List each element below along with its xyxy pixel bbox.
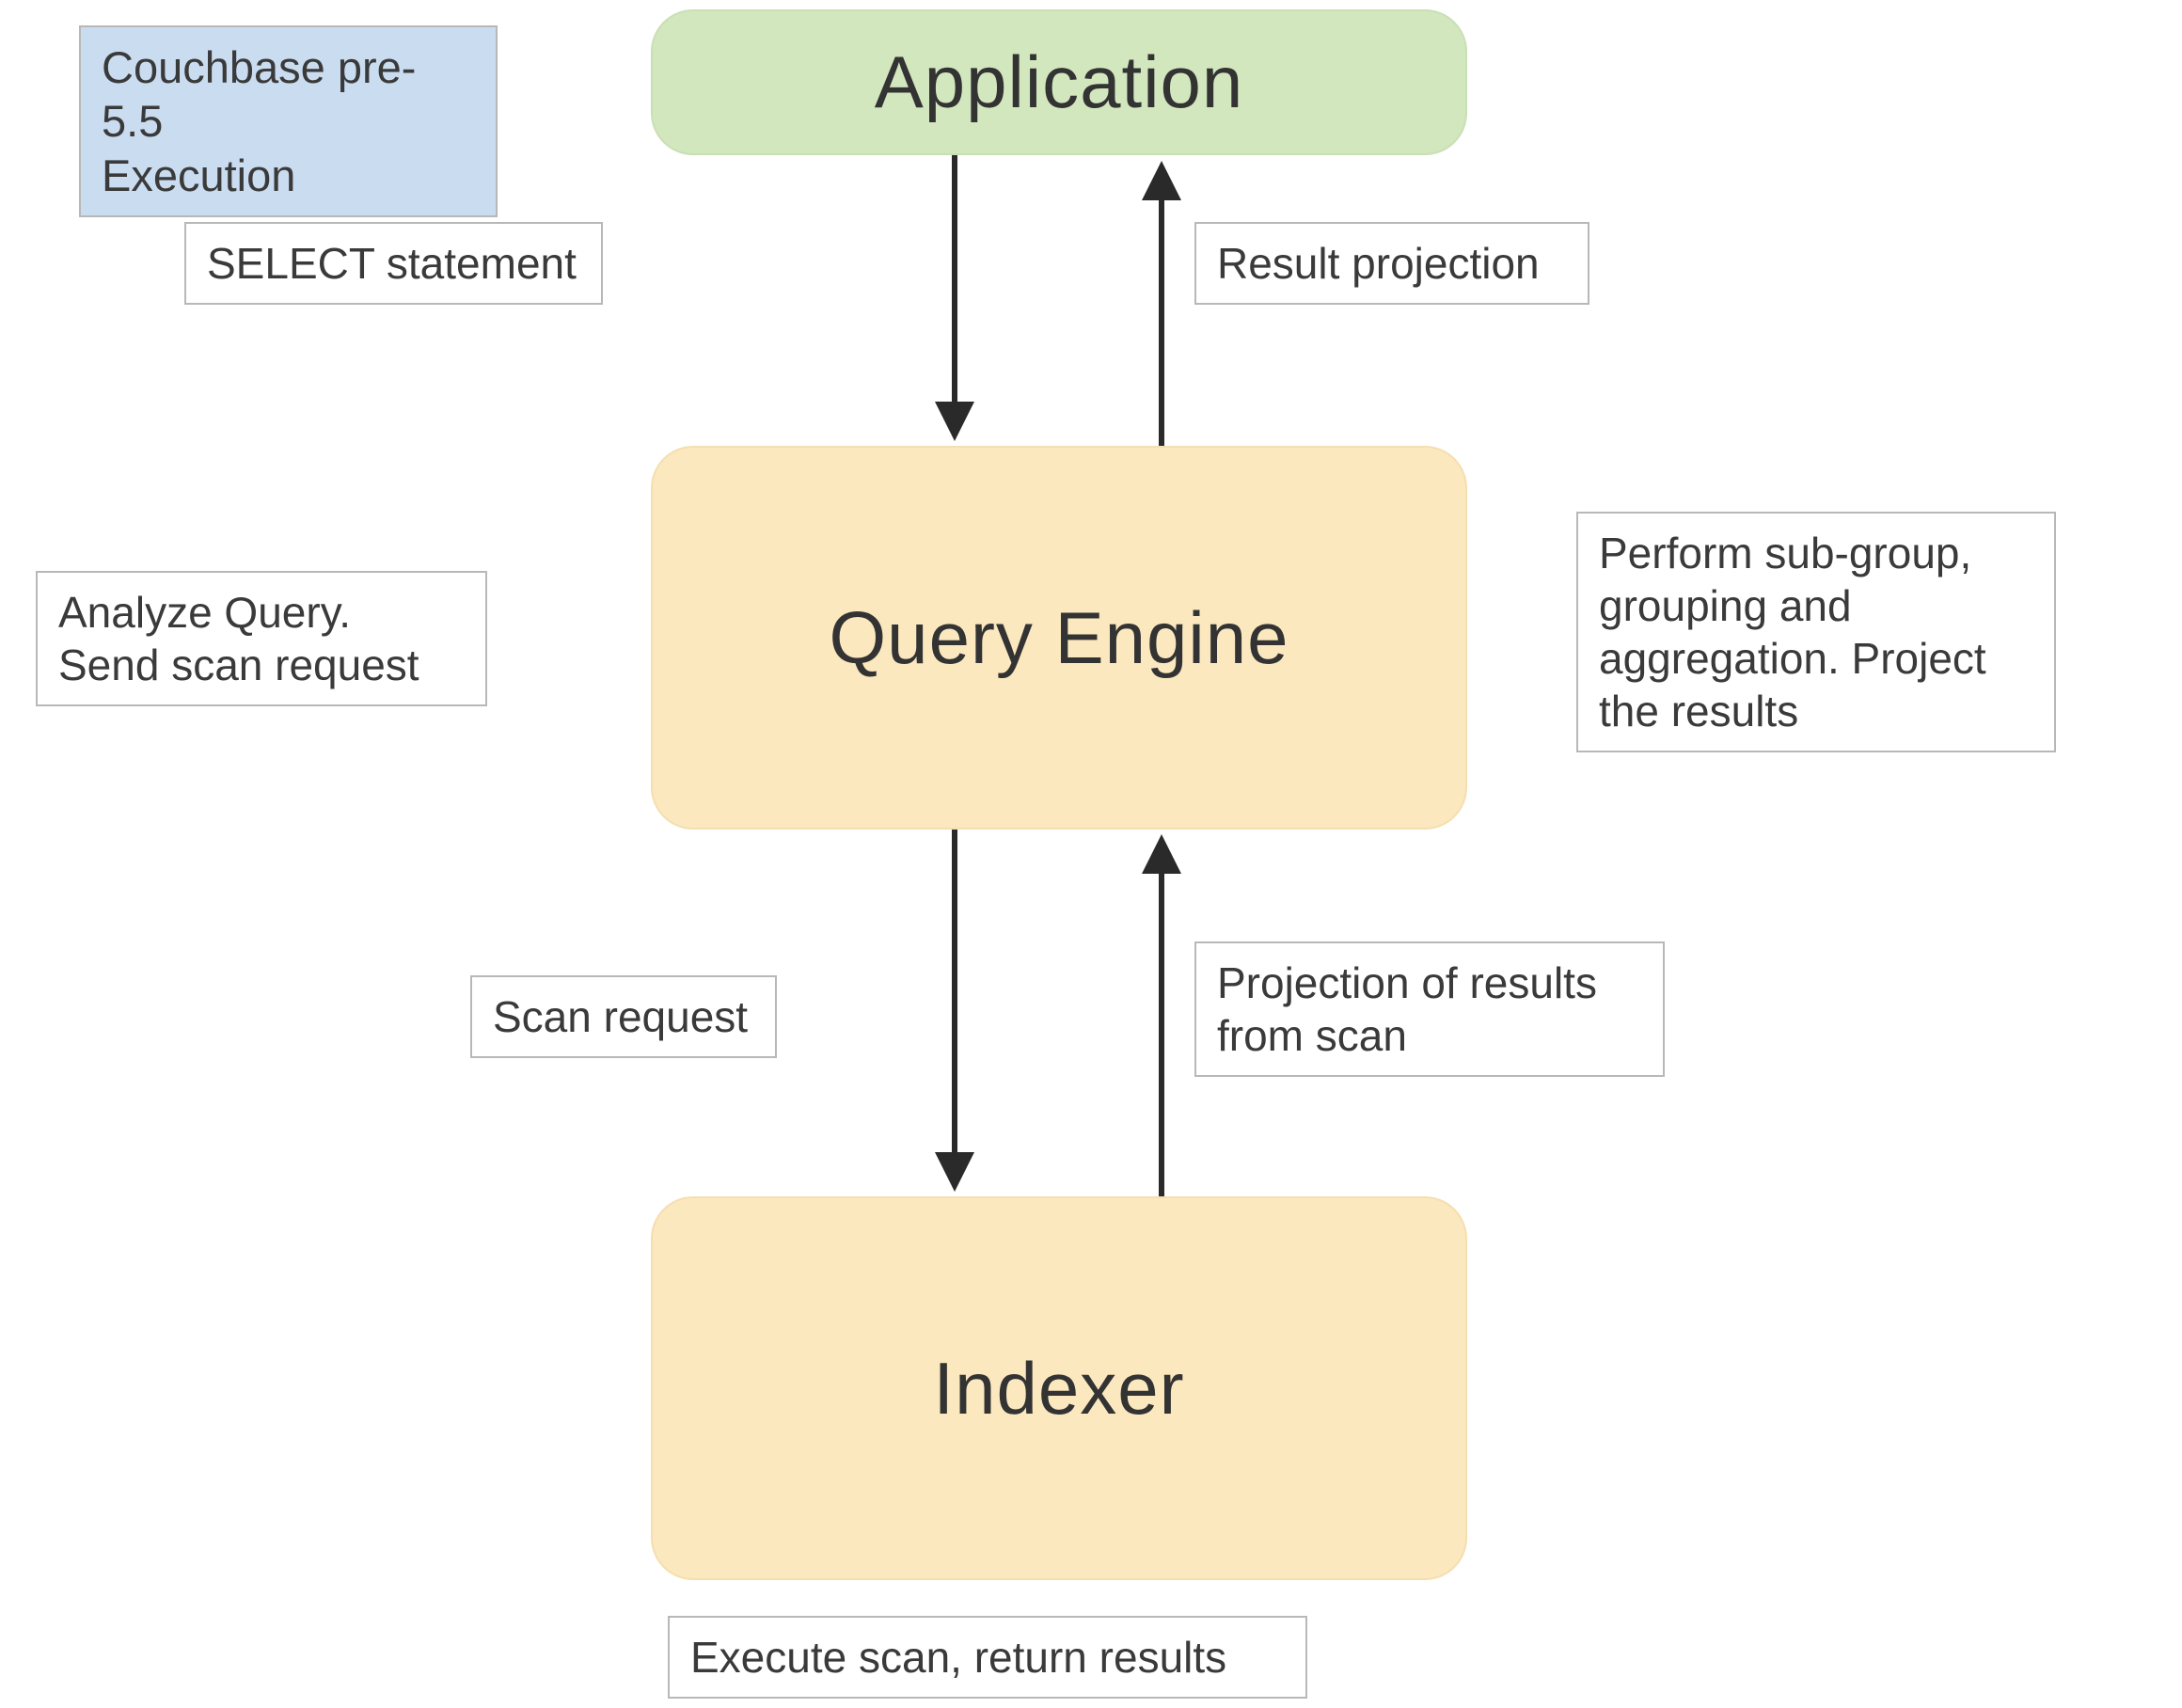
label-select-statement: SELECT statement [184, 222, 603, 305]
node-indexer: Indexer [651, 1196, 1467, 1580]
label-select-statement-text: SELECT statement [207, 239, 577, 288]
label-projection-scan: Projection of results from scan [1194, 941, 1665, 1077]
label-projection-scan-text: Projection of results from scan [1217, 958, 1597, 1060]
label-result-projection: Result projection [1194, 222, 1589, 305]
label-perform-subgroup-text: Perform sub-group, grouping and aggregat… [1599, 529, 1986, 735]
version-box: Couchbase pre-5.5 Execution [79, 25, 498, 217]
label-execute-scan: Execute scan, return results [668, 1616, 1307, 1699]
node-query-engine: Query Engine [651, 446, 1467, 830]
label-analyze-query: Analyze Query. Send scan request [36, 571, 487, 706]
node-application: Application [651, 9, 1467, 155]
label-scan-request: Scan request [470, 975, 777, 1058]
node-application-label: Application [875, 40, 1244, 125]
node-indexer-label: Indexer [933, 1346, 1184, 1431]
version-text: Couchbase pre-5.5 Execution [102, 42, 416, 200]
label-analyze-query-text: Analyze Query. Send scan request [58, 588, 419, 689]
label-execute-scan-text: Execute scan, return results [690, 1633, 1226, 1682]
label-result-projection-text: Result projection [1217, 239, 1540, 288]
label-scan-request-text: Scan request [493, 992, 748, 1041]
diagram-stage: Couchbase pre-5.5 Execution Application … [0, 0, 2182, 1708]
label-perform-subgroup: Perform sub-group, grouping and aggregat… [1576, 512, 2056, 752]
node-query-engine-label: Query Engine [830, 595, 1289, 681]
